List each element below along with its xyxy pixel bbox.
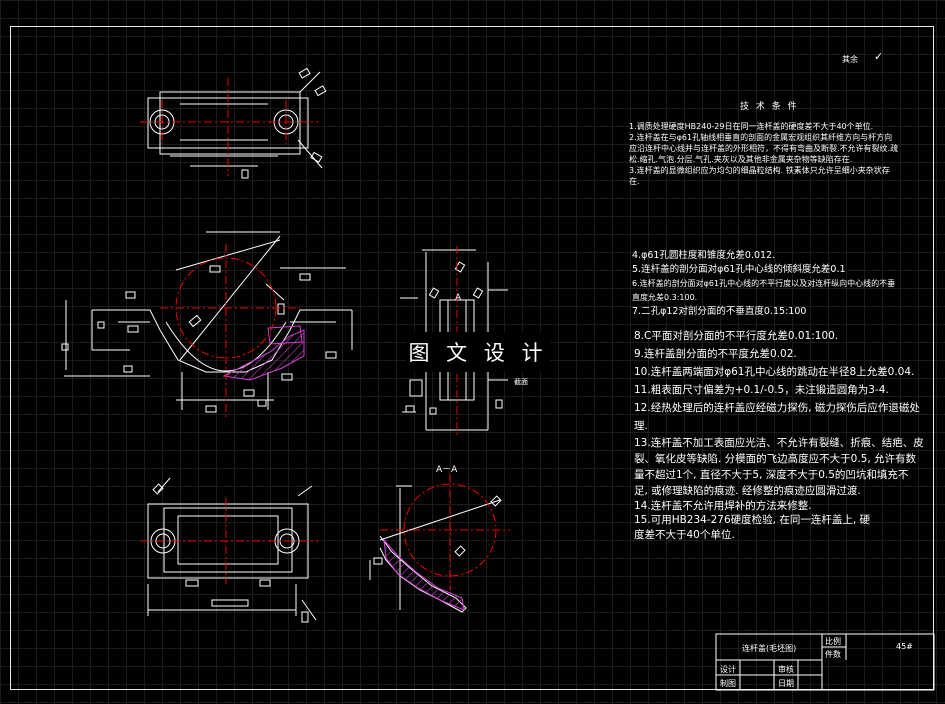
top-view	[147, 67, 327, 179]
scale-label: 比例	[825, 637, 841, 646]
bottom-view-centerlines	[140, 498, 318, 584]
note-line: 量不超过1个, 直径不大于5, 深度不大于0.5的凹坑和填充不	[634, 469, 909, 481]
notes-group-2: 4.φ61孔圆柱度和锥度允差0.012. 5.连杆盖的剖分面对φ61孔中心线的倾…	[632, 249, 895, 319]
note-line: 度差不大于40个单位.	[634, 529, 735, 541]
section-marker: A	[455, 293, 462, 303]
section-view-hatching	[383, 538, 465, 611]
note-line: 裂、氧化皮等缺陷. 分模面的飞边高度应不大于0.5, 允许有数	[634, 453, 917, 465]
note-line: 理.	[634, 420, 648, 432]
notes-group-1: 1.调质处理硬度HB240-29日在同一连杆盖的硬度差不大于40个单位. 2.连…	[629, 121, 898, 187]
note-line: 11.粗表面尺寸偏差为+0.1/-0.5，未注锻造圆角为3-4.	[634, 384, 889, 396]
drafter-label: 制图	[720, 679, 736, 688]
material-value: 45#	[896, 642, 913, 651]
note-line: 14.连杆盖不允许用焊补的方法来修整.	[634, 500, 812, 512]
note-line: 13.连杆盖不加工表面应光洁、不允许有裂缝、折痕、结疤、皮	[634, 437, 924, 449]
note-line: 7.二孔φ12对剖分面的不垂直度0.15:100	[632, 306, 807, 317]
note-line: 在.	[629, 177, 640, 186]
note-line: 6.连杆盖的剖分面对φ61孔中心线的不平行度以及对连杆纵向中心线的不垂	[632, 279, 896, 288]
note-line: 应沿连杆中心线并与连杆盖的外形相符，不得有弯曲及断裂.不允许有裂纹.疏	[629, 144, 899, 153]
note-line: 1.调质处理硬度HB240-29日在同一连杆盖的硬度差不大于40个单位.	[629, 122, 874, 131]
section-note: 截面	[514, 378, 528, 386]
roughness-symbol: ✓	[874, 50, 884, 63]
note-line: 4.φ61孔圆柱度和锥度允差0.012.	[632, 250, 776, 261]
date-label: 日期	[778, 679, 794, 688]
note-line: 足, 或修理缺陷的痕迹. 经修整的痕迹应圆滑过渡.	[634, 485, 861, 497]
front-view-hatching	[222, 325, 305, 381]
note-line: 2.连杆盖在与φ61孔轴线相垂直的剖面的金属宏观组织其纤维方向与杆方向	[629, 133, 893, 142]
note-line: 9.连杆盖剖分面的不平度允差0.02.	[634, 348, 797, 360]
roughness-label: 其余	[842, 55, 858, 64]
note-line: 10.连杆盖两端面对φ61孔中心线的跳动在半径8上允差0.04.	[634, 366, 915, 378]
note-line: 12.经热处理后的连杆盖应经磁力探伤, 磁力探伤后应作退磁处	[634, 402, 920, 414]
reviewer-label: 审核	[778, 665, 794, 674]
note-line: 8.C平面对剖分面的不平行度允差0.01:100.	[634, 330, 839, 342]
note-line: 15.可用HB234-276硬度检验, 在同一连杆盖上, 硬	[634, 514, 871, 526]
watermark: 图 文 设 计	[406, 332, 550, 372]
designer-label: 设计	[720, 665, 736, 674]
bottom-view	[147, 477, 317, 623]
note-line: 直度允差0.3:100.	[632, 293, 698, 302]
notes-group-3: 8.C平面对剖分面的不平行度允差0.01:100. 9.连杆盖剖分面的不平度允差…	[634, 327, 924, 543]
count-label: 件数	[825, 650, 841, 659]
notes-title: 技 术 条 件	[740, 102, 799, 112]
note-line: 5.连杆盖的剖分面对φ61孔中心线的倾斜度允差0.1	[632, 264, 846, 275]
drawing-name: 连杆盖(毛坯图)	[742, 644, 797, 653]
note-line: 3.连杆盖的显微组织应为均匀的细晶粒结构. 铁素体只允许呈细小夹杂状存	[629, 166, 890, 175]
section-view-label: A－A	[436, 465, 458, 475]
note-line: 松.缩孔.气泡.分层.气孔.夹灰以及其他非金属夹杂物等缺陷存在.	[629, 155, 853, 164]
front-view	[61, 231, 353, 413]
